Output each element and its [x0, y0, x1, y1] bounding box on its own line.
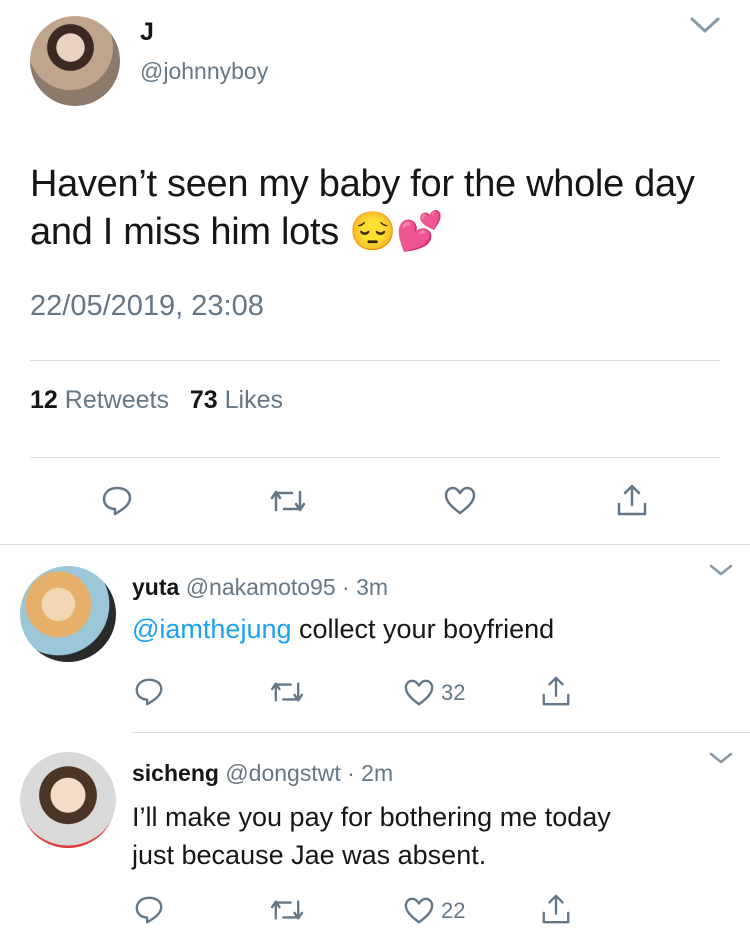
reply-text: I’ll make you pay for bothering me today…: [132, 798, 611, 874]
share-icon[interactable]: [540, 674, 572, 708]
main-display-name[interactable]: J: [140, 18, 154, 47]
main-handle[interactable]: @johnnyboy: [140, 58, 268, 85]
reply-handle[interactable]: @dongstwt: [225, 760, 340, 786]
main-avatar[interactable]: [30, 16, 120, 106]
reply-separator: ·: [342, 574, 350, 600]
retweet-icon[interactable]: [268, 896, 306, 924]
retweet-icon[interactable]: [268, 678, 306, 706]
reply-text-line: just because Jae was absent.: [132, 840, 487, 870]
reply-avatar[interactable]: [20, 752, 116, 848]
reply-display-name[interactable]: yuta: [132, 574, 179, 600]
reply-avatar[interactable]: [20, 566, 116, 662]
retweets-stat[interactable]: 12 Retweets: [30, 386, 176, 414]
mention-link[interactable]: @iamthejung: [132, 614, 292, 644]
like-icon[interactable]: [403, 896, 435, 926]
main-tweet-text: Haven’t seen my baby for the whole day a…: [30, 160, 730, 256]
like-count: 22: [441, 898, 466, 923]
reply-icon[interactable]: [133, 894, 165, 926]
reply-time: 2m: [361, 760, 394, 786]
divider: [30, 457, 720, 458]
engagement-stats: 12 Retweets 73 Likes: [30, 386, 283, 415]
retweets-count: 12: [30, 386, 58, 414]
reply-header: sicheng @dongstwt · 2m: [132, 760, 393, 787]
reply-display-name[interactable]: sicheng: [132, 760, 219, 786]
share-icon[interactable]: [540, 892, 572, 926]
likes-label: Likes: [224, 386, 283, 414]
likes-stat[interactable]: 73 Likes: [190, 386, 283, 414]
retweet-icon[interactable]: [268, 486, 308, 516]
main-timestamp: 22/05/2019, 23:08: [30, 290, 264, 322]
chevron-down-icon[interactable]: [688, 14, 722, 36]
reply-separator: ·: [347, 760, 355, 786]
like-icon[interactable]: [443, 485, 477, 517]
chevron-down-icon[interactable]: [708, 750, 734, 766]
reply-text-body: collect your boyfriend: [291, 614, 555, 644]
reply-text: @iamthejung collect your boyfriend: [132, 614, 554, 645]
chevron-down-icon[interactable]: [708, 562, 734, 578]
likes-count: 73: [189, 386, 218, 414]
divider: [30, 360, 720, 361]
reply-icon[interactable]: [133, 676, 165, 708]
divider: [132, 732, 750, 733]
reply-handle[interactable]: @nakamoto95: [186, 574, 336, 600]
reply-icon[interactable]: [100, 484, 134, 518]
reply-text-line: I’ll make you pay for bothering me today: [132, 802, 611, 832]
reply-header: yuta @nakamoto95 · 3m: [132, 574, 388, 601]
retweets-label: Retweets: [64, 386, 169, 414]
share-icon[interactable]: [615, 482, 649, 518]
reply-time: 3m: [356, 574, 389, 600]
like-icon[interactable]: [403, 678, 435, 708]
divider: [0, 544, 750, 545]
like-count: 32: [441, 680, 466, 705]
main-tweet-text-body: Haven’t seen my baby for the whole day a…: [30, 163, 695, 253]
